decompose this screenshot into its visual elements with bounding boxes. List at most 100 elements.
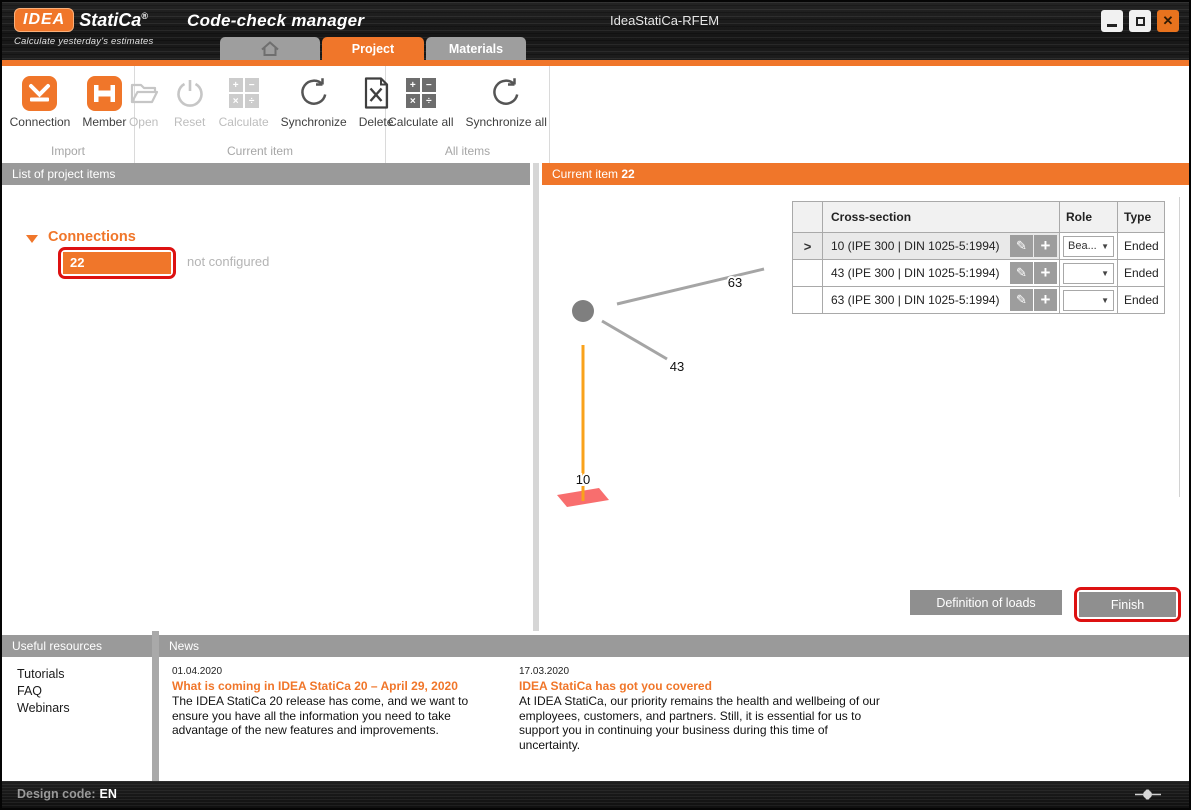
table-row[interactable]: 43 (IPE 300 | DIN 1025-5:1994) ✎ + ▼ End… bbox=[792, 259, 1165, 287]
plug-connection-icon bbox=[1135, 789, 1161, 800]
article-date: 17.03.2020 bbox=[519, 666, 570, 677]
role-cell: Bea... ▼ bbox=[1059, 232, 1118, 260]
bottom-divider bbox=[152, 631, 159, 781]
role-dropdown[interactable]: ▼ bbox=[1063, 262, 1114, 284]
role-cell: ▼ bbox=[1059, 286, 1118, 314]
panel-edge-line bbox=[1179, 197, 1180, 497]
table-row[interactable]: > 10 (IPE 300 | DIN 1025-5:1994) ✎ + Bea… bbox=[792, 232, 1165, 260]
project-items-header: List of project items bbox=[2, 163, 530, 185]
idea-logo-badge: IDEA bbox=[14, 8, 75, 32]
cross-section-cell: 63 (IPE 300 | DIN 1025-5:1994) ✎ + bbox=[822, 286, 1060, 314]
ribbon-toolbar: Connection Member Import Open Reset + − … bbox=[2, 66, 1189, 163]
statusbar: Design code: EN bbox=[2, 781, 1189, 808]
definition-of-loads-button[interactable]: Definition of loads bbox=[910, 590, 1062, 615]
table-header-row: Cross-section Role Type bbox=[792, 201, 1165, 233]
link-tutorials[interactable]: Tutorials bbox=[17, 667, 152, 682]
link-webinars[interactable]: Webinars bbox=[17, 701, 152, 716]
power-icon bbox=[173, 71, 207, 115]
chevron-down-icon: ▼ bbox=[1101, 268, 1109, 278]
group-import: Connection Member Import bbox=[2, 66, 135, 163]
article-body: The IDEA StatiCa 20 release has come, an… bbox=[172, 694, 469, 737]
calculate-button[interactable]: + − × ÷ Calculate bbox=[213, 71, 275, 144]
tree-item-22[interactable]: 22 bbox=[63, 252, 171, 274]
logo: IDEA StatiCa® Calculate yesterday's esti… bbox=[14, 8, 154, 47]
member-label-43: 43 bbox=[670, 359, 684, 374]
article-title-link[interactable]: What is coming in IDEA StatiCa 20 – Apri… bbox=[172, 679, 505, 693]
table-row[interactable]: 63 (IPE 300 | DIN 1025-5:1994) ✎ + ▼ End… bbox=[792, 286, 1165, 314]
useful-resources-panel: Useful resources Tutorials FAQ Webinars bbox=[2, 631, 152, 781]
node-circle bbox=[572, 300, 594, 322]
cross-section-cell: 10 (IPE 300 | DIN 1025-5:1994) ✎ + bbox=[822, 232, 1060, 260]
news-panel: News 01.04.2020 What is coming in IDEA S… bbox=[159, 631, 1189, 781]
sync-icon bbox=[488, 71, 524, 115]
row-selector[interactable]: > bbox=[792, 232, 823, 260]
article-date: 01.04.2020 bbox=[172, 666, 223, 677]
member-label-10: 10 bbox=[576, 472, 590, 487]
brand-name: StatiCa® bbox=[79, 9, 148, 30]
cross-section-cell: 43 (IPE 300 | DIN 1025-5:1994) ✎ + bbox=[822, 259, 1060, 287]
news-header: News bbox=[159, 635, 1189, 657]
article-title-link[interactable]: IDEA StatiCa has got you covered bbox=[519, 679, 891, 693]
home-icon bbox=[259, 40, 281, 57]
member-label-63: 63 bbox=[728, 275, 742, 290]
calculator-icon: + − × ÷ bbox=[228, 71, 259, 115]
article-body: At IDEA StatiCa, our priority remains th… bbox=[519, 694, 880, 752]
tab-home[interactable] bbox=[220, 37, 320, 60]
row-selector[interactable] bbox=[792, 286, 823, 314]
group-label-import: Import bbox=[50, 144, 85, 158]
group-label-all-items: All items bbox=[444, 144, 491, 158]
tree-node-connections[interactable]: Connections bbox=[48, 229, 136, 245]
tab-materials[interactable]: Materials bbox=[426, 37, 526, 60]
selector-column-header bbox=[792, 201, 823, 233]
close-button[interactable]: ✕ bbox=[1157, 10, 1179, 32]
news-article: 01.04.2020 What is coming in IDEA StatiC… bbox=[172, 666, 505, 738]
edit-cross-section-button[interactable]: ✎ bbox=[1010, 289, 1033, 311]
cross-section-table: Cross-section Role Type > 10 (IPE 300 | … bbox=[792, 201, 1165, 314]
connection-button[interactable]: Connection bbox=[4, 71, 77, 144]
design-code-status: Design code: EN bbox=[17, 787, 117, 801]
edit-cross-section-button[interactable]: ✎ bbox=[1010, 235, 1033, 257]
role-dropdown[interactable]: ▼ bbox=[1063, 289, 1114, 311]
current-item-panel: Current item 22 63 43 10 Cross-section R… bbox=[542, 163, 1189, 631]
role-dropdown[interactable]: Bea... ▼ bbox=[1063, 235, 1114, 257]
item-status-text: not configured bbox=[187, 254, 270, 269]
titlebar: IDEA StatiCa® Calculate yesterday's esti… bbox=[2, 2, 1189, 60]
chevron-down-icon: ▼ bbox=[1101, 241, 1109, 251]
row-selector[interactable] bbox=[792, 259, 823, 287]
reset-button[interactable]: Reset bbox=[167, 71, 213, 144]
role-column-header: Role bbox=[1059, 201, 1118, 233]
connection-diagram: 63 43 10 bbox=[557, 267, 765, 507]
synchronize-all-button[interactable]: Synchronize all bbox=[460, 71, 553, 144]
link-faq[interactable]: FAQ bbox=[17, 684, 152, 699]
chevron-down-icon: ▼ bbox=[1101, 295, 1109, 305]
type-cell: Ended bbox=[1117, 286, 1165, 314]
maximize-button[interactable] bbox=[1129, 10, 1151, 32]
synchronize-button[interactable]: Synchronize bbox=[275, 71, 353, 144]
open-button[interactable]: Open bbox=[121, 71, 167, 144]
add-cross-section-button[interactable]: + bbox=[1034, 289, 1057, 311]
panel-splitter[interactable] bbox=[530, 163, 542, 631]
member-icon bbox=[86, 71, 123, 115]
edit-cross-section-button[interactable]: ✎ bbox=[1010, 262, 1033, 284]
annotation-highlight-item: 22 bbox=[58, 247, 176, 279]
minimize-button[interactable] bbox=[1101, 10, 1123, 32]
role-cell: ▼ bbox=[1059, 259, 1118, 287]
app-window: IDEA StatiCa® Calculate yesterday's esti… bbox=[0, 0, 1191, 810]
annotation-highlight-finish: Finish bbox=[1074, 587, 1181, 622]
tab-project[interactable]: Project bbox=[322, 37, 424, 60]
type-cell: Ended bbox=[1117, 259, 1165, 287]
calculate-all-button[interactable]: + − × ÷ Calculate all bbox=[382, 71, 459, 144]
add-cross-section-button[interactable]: + bbox=[1034, 235, 1057, 257]
news-article: 17.03.2020 IDEA StatiCa has got you cove… bbox=[519, 666, 891, 752]
open-folder-icon bbox=[127, 71, 161, 115]
group-label-current-item: Current item bbox=[226, 144, 294, 158]
add-cross-section-button[interactable]: + bbox=[1034, 262, 1057, 284]
project-items-panel: List of project items Connections 22 not… bbox=[2, 163, 530, 631]
calculator-icon: + − × ÷ bbox=[405, 71, 436, 115]
window-title: IdeaStatiCa-RFEM bbox=[610, 13, 720, 28]
tree-collapse-icon[interactable] bbox=[26, 235, 38, 243]
connection-icon bbox=[21, 71, 58, 115]
finish-button[interactable]: Finish bbox=[1079, 592, 1176, 617]
useful-resources-header: Useful resources bbox=[2, 635, 152, 657]
sync-icon bbox=[296, 71, 332, 115]
